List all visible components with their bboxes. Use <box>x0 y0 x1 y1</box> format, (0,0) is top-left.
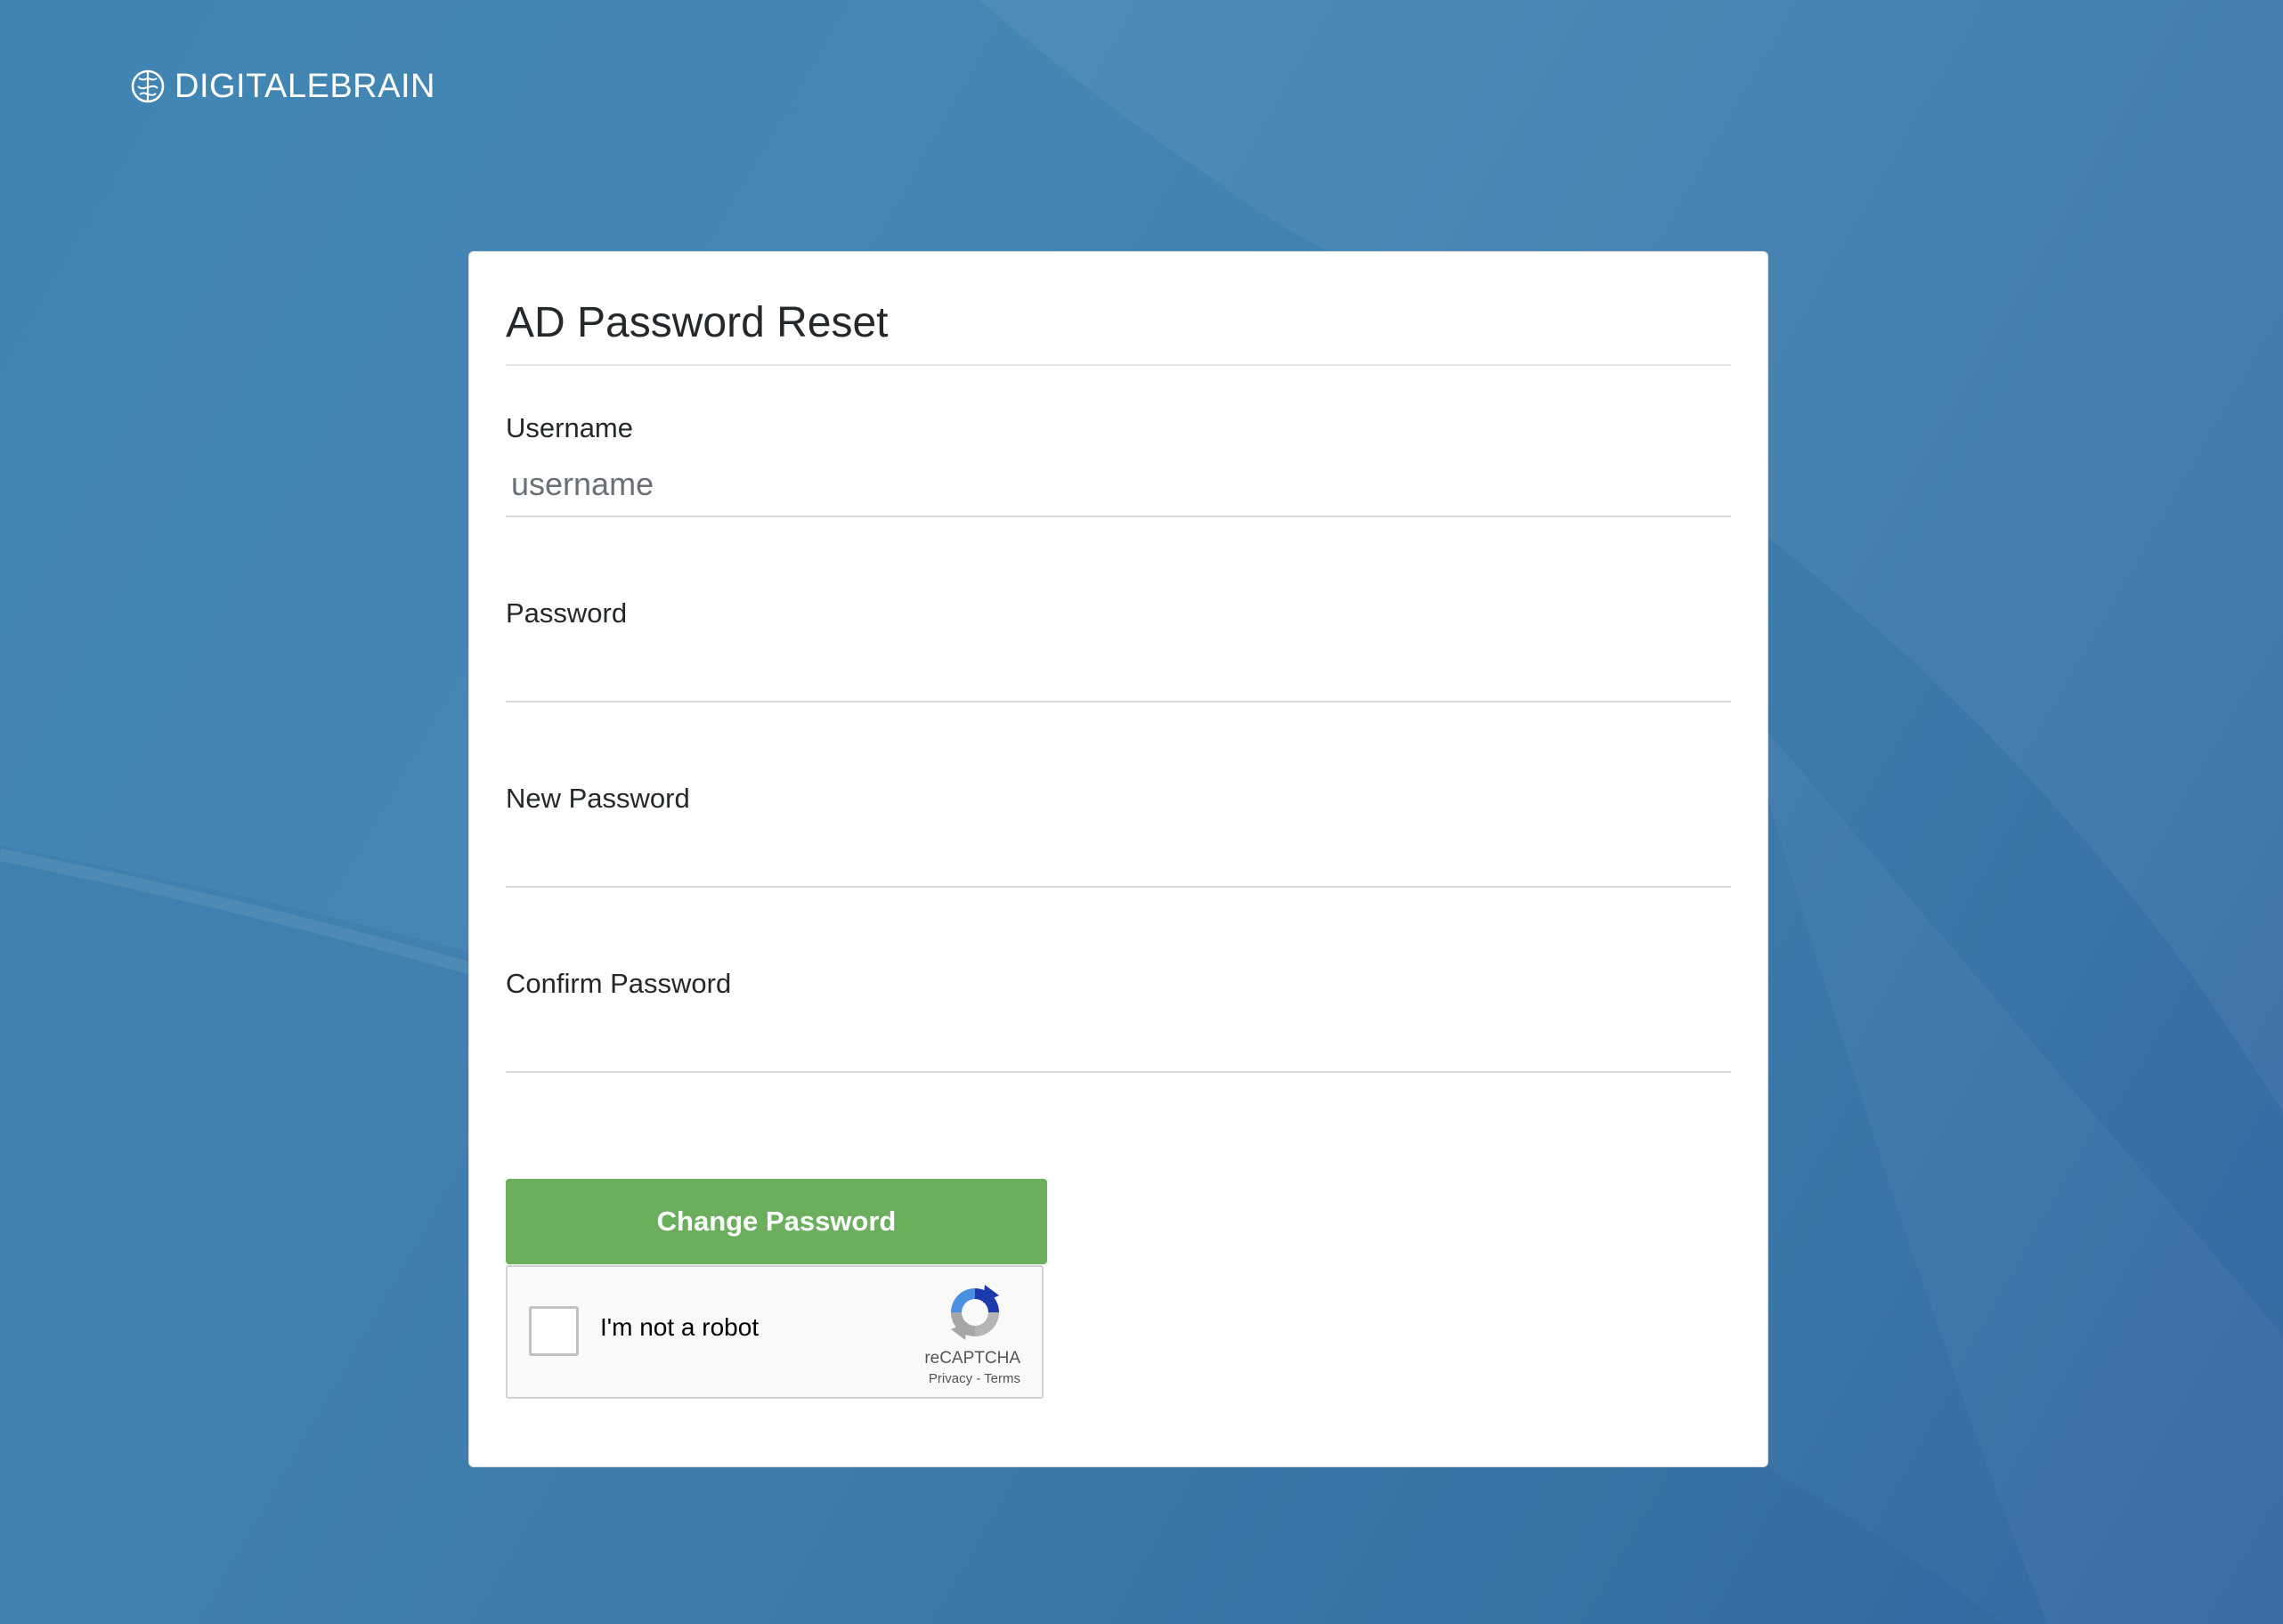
brand-name: DIGITALEBRAIN <box>175 67 435 105</box>
password-input[interactable] <box>506 638 1731 702</box>
recaptcha-brand-label: reCAPTCHA <box>924 1349 1020 1368</box>
brain-icon <box>130 69 166 104</box>
password-label: Password <box>506 597 628 629</box>
confirm-password-label: Confirm Password <box>506 968 732 999</box>
recaptcha-terms-link[interactable]: Terms <box>984 1371 1020 1386</box>
new-password-label: New Password <box>506 783 690 814</box>
password-reset-card: AD Password Reset Username Password New … <box>468 251 1768 1467</box>
change-password-button[interactable]: Change Password <box>506 1179 1047 1264</box>
brand-logo: DIGITALEBRAIN <box>130 66 435 107</box>
recaptcha-checkbox[interactable] <box>529 1306 579 1356</box>
recaptcha-link-separator: - <box>972 1371 985 1386</box>
recaptcha-links: Privacy - Terms <box>929 1371 1020 1386</box>
username-input[interactable] <box>506 453 1731 517</box>
recaptcha-widget: I'm not a robot reCAPTCHA Privacy - Term… <box>506 1265 1044 1399</box>
confirm-password-input[interactable] <box>506 1009 1731 1073</box>
recaptcha-privacy-link[interactable]: Privacy <box>929 1371 972 1386</box>
recaptcha-logo-icon <box>946 1283 1004 1342</box>
title-divider <box>506 364 1731 366</box>
form-title: AD Password Reset <box>506 299 889 346</box>
username-label: Username <box>506 412 633 443</box>
recaptcha-label: I'm not a robot <box>600 1313 760 1341</box>
new-password-input[interactable] <box>506 824 1731 888</box>
